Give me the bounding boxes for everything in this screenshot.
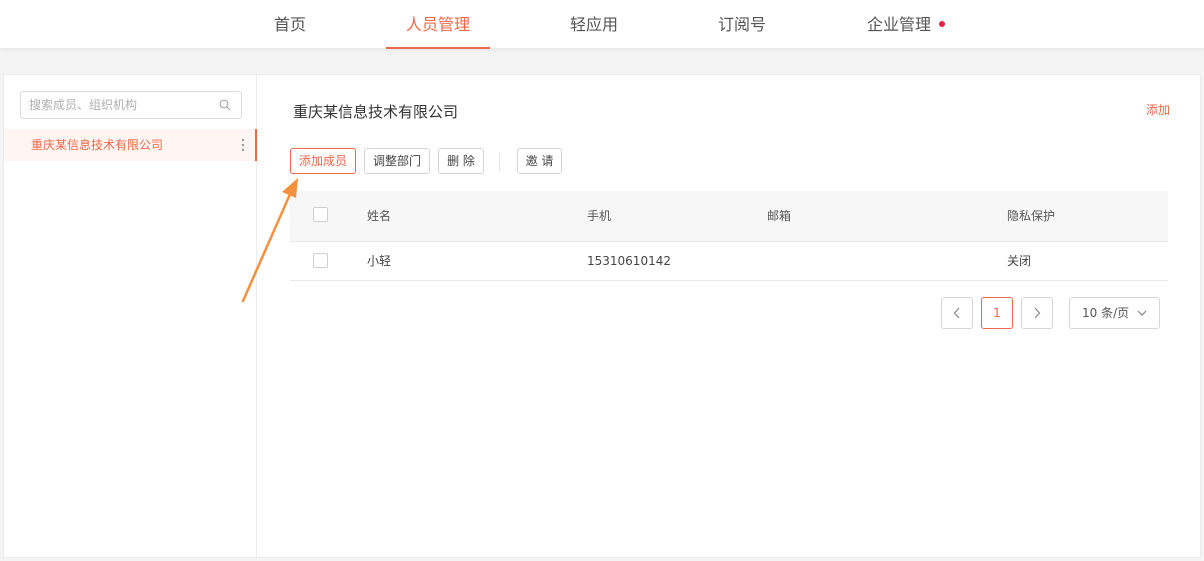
- header-phone: 手机: [587, 209, 612, 223]
- notification-dot: [939, 20, 945, 27]
- next-page-button[interactable]: [1021, 297, 1053, 329]
- page-number-button[interactable]: 1: [981, 297, 1013, 329]
- search-icon[interactable]: [219, 99, 231, 111]
- nav-people-management[interactable]: 人员管理: [386, 0, 490, 49]
- cell-name: 小轻: [367, 254, 392, 268]
- main-panel: 重庆某信息技术有限公司 重庆某信息技术有限公司 添加 添加成员 调整部门 删 除…: [3, 74, 1201, 558]
- chevron-left-icon: [953, 307, 960, 319]
- org-tree-item-label: 重庆某信息技术有限公司: [31, 138, 164, 152]
- adjust-department-button[interactable]: 调整部门: [364, 148, 430, 174]
- nav-home[interactable]: 首页: [266, 0, 314, 49]
- nav-home-label: 首页: [273, 15, 306, 34]
- top-navigation: 首页 人员管理 轻应用 订阅号 企业管理: [0, 0, 1204, 49]
- nav-light-apps-label: 轻应用: [569, 15, 618, 34]
- header-name: 姓名: [367, 209, 392, 223]
- invite-button[interactable]: 邀 请: [517, 148, 562, 174]
- add-member-button[interactable]: 添加成员: [290, 148, 356, 174]
- add-link[interactable]: 添加: [1146, 101, 1170, 118]
- chevron-down-icon: [1137, 310, 1147, 316]
- select-all-checkbox[interactable]: [313, 207, 328, 222]
- page-size-select[interactable]: 10 条/页: [1069, 297, 1160, 329]
- cell-phone: 15310610142: [587, 254, 671, 268]
- chevron-right-icon: [1034, 307, 1041, 319]
- delete-button[interactable]: 删 除: [438, 148, 484, 174]
- org-tree-item[interactable]: 重庆某信息技术有限公司: [4, 129, 257, 161]
- prev-page-button[interactable]: [941, 297, 973, 329]
- search-input[interactable]: [21, 92, 211, 118]
- page-size-label: 10 条/页: [1082, 306, 1130, 320]
- cell-privacy: 关闭: [1007, 254, 1032, 268]
- nav-light-apps[interactable]: 轻应用: [563, 0, 625, 49]
- org-sidebar: 重庆某信息技术有限公司: [4, 75, 257, 557]
- header-email: 邮箱: [767, 209, 792, 223]
- page-title: 重庆某信息技术有限公司: [293, 103, 459, 121]
- nav-subscriptions[interactable]: 订阅号: [711, 0, 773, 49]
- members-table: 姓名 手机 邮箱 隐私保护 小轻 15310610142 关闭: [290, 191, 1168, 281]
- nav-subscriptions-label: 订阅号: [717, 15, 766, 34]
- table-row[interactable]: 小轻 15310610142 关闭: [290, 242, 1168, 281]
- table-header: 姓名 手机 邮箱 隐私保护: [290, 191, 1168, 242]
- nav-enterprise-management[interactable]: 企业管理: [860, 0, 952, 49]
- row-checkbox[interactable]: [313, 253, 328, 268]
- nav-enterprise-management-label: 企业管理: [866, 15, 931, 34]
- nav-people-management-label: 人员管理: [405, 15, 470, 34]
- more-vertical-icon[interactable]: [241, 138, 245, 152]
- toolbar-divider: [499, 153, 500, 171]
- header-privacy: 隐私保护: [1007, 209, 1056, 223]
- search-box: [20, 91, 242, 119]
- content-area: 重庆某信息技术有限公司 添加 添加成员 调整部门 删 除 邀 请 姓名 手机 邮…: [258, 75, 1200, 557]
